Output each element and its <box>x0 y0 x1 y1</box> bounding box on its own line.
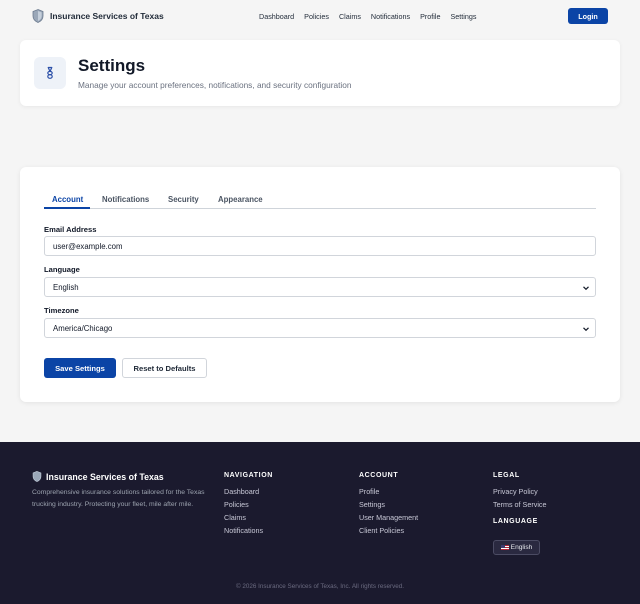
tab-appearance[interactable]: Appearance <box>218 195 263 204</box>
footer-link-privacy[interactable]: Privacy Policy <box>493 487 538 496</box>
shield-icon <box>32 9 44 23</box>
footer-link-client-policies[interactable]: Client Policies <box>359 526 404 535</box>
email-value: user@example.com <box>53 241 123 251</box>
language-select[interactable]: English <box>44 277 596 297</box>
nav-link-claims[interactable]: Claims <box>339 12 361 21</box>
language-label: Language <box>44 265 80 274</box>
footer-link-terms[interactable]: Terms of Service <box>493 500 547 509</box>
nav-link-settings[interactable]: Settings <box>450 12 476 21</box>
nav-link-notifications[interactable]: Notifications <box>371 12 410 21</box>
footer-link-dashboard[interactable]: Dashboard <box>224 487 259 496</box>
footer-heading-legal: LEGAL <box>493 472 520 479</box>
tab-notifications[interactable]: Notifications <box>102 195 149 204</box>
timezone-label: Timezone <box>44 306 79 315</box>
login-button[interactable]: Login <box>568 8 608 24</box>
footer-link-settings[interactable]: Settings <box>359 500 385 509</box>
us-flag-icon <box>500 545 509 550</box>
language-switcher-label: English <box>510 544 533 551</box>
footer-link-claims[interactable]: Claims <box>224 513 246 522</box>
page-title: Settings <box>78 56 146 75</box>
footer-link-notifications[interactable]: Notifications <box>224 526 263 535</box>
settings-card: Account Notifications Security Appearanc… <box>20 167 620 402</box>
footer-heading-navigation: NAVIGATION <box>224 472 273 479</box>
copyright: © 2026 Insurance Services of Texas, Inc.… <box>236 583 404 590</box>
tab-security[interactable]: Security <box>168 195 199 204</box>
email-field[interactable]: user@example.com <box>44 236 596 256</box>
nav-link-dashboard[interactable]: Dashboard <box>259 12 294 21</box>
nav-link-profile[interactable]: Profile <box>420 12 440 21</box>
language-switcher-button[interactable]: English <box>493 540 540 555</box>
timezone-value: America/Chicago <box>53 323 113 333</box>
reset-defaults-button[interactable]: Reset to Defaults <box>122 358 207 378</box>
settings-link-icon <box>47 66 53 79</box>
page-header-card: Settings Manage your account preferences… <box>20 40 620 106</box>
nav-link-policies[interactable]: Policies <box>304 12 329 21</box>
footer-link-user-management[interactable]: User Management <box>359 513 418 522</box>
tab-account[interactable]: Account <box>52 195 83 204</box>
timezone-select[interactable]: America/Chicago <box>44 318 596 338</box>
footer-link-policies[interactable]: Policies <box>224 500 249 509</box>
brand[interactable]: Insurance Services of Texas <box>32 9 164 23</box>
top-navigation: Insurance Services of Texas Dashboard Po… <box>0 0 640 32</box>
settings-icon-box <box>34 57 66 89</box>
page-subtitle: Manage your account preferences, notific… <box>78 80 352 90</box>
chevron-down-icon <box>583 327 589 332</box>
footer-brand: Insurance Services of Texas <box>32 471 164 482</box>
footer-description: Comprehensive insurance solutions tailor… <box>32 489 205 508</box>
settings-tabs: Account Notifications Security Appearanc… <box>44 192 596 209</box>
chevron-down-icon <box>583 286 589 291</box>
active-tab-indicator <box>44 207 90 209</box>
footer-heading-language: LANGUAGE <box>493 518 538 525</box>
footer-heading-account: ACCOUNT <box>359 472 399 479</box>
brand-name: Insurance Services of Texas <box>50 11 164 21</box>
save-settings-button[interactable]: Save Settings <box>44 358 116 378</box>
shield-icon <box>32 471 42 482</box>
email-label: Email Address <box>44 225 97 234</box>
footer: Insurance Services of Texas Comprehensiv… <box>0 442 640 604</box>
footer-link-profile[interactable]: Profile <box>359 487 379 496</box>
nav-links: Dashboard Policies Claims Notifications … <box>259 12 476 21</box>
footer-brand-name: Insurance Services of Texas <box>46 471 164 482</box>
language-value: English <box>53 282 79 292</box>
